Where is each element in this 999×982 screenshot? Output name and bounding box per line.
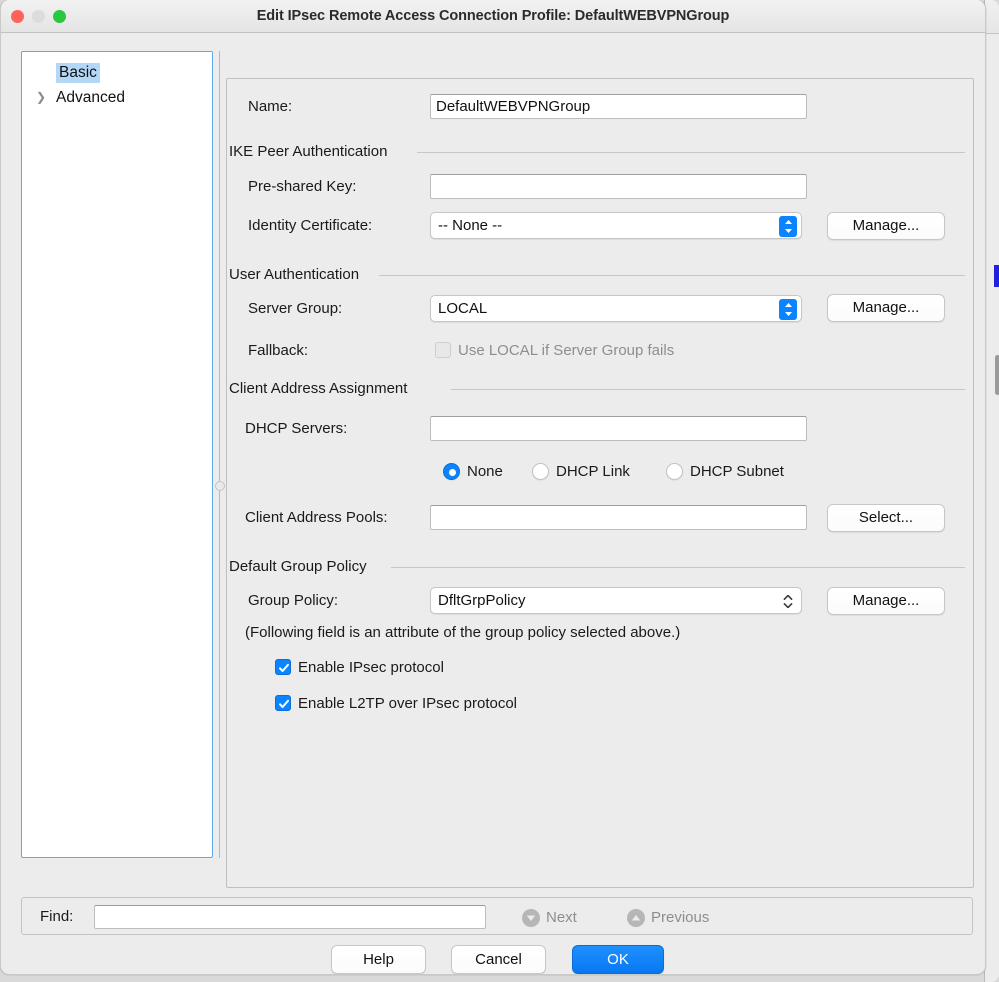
fallback-checkbox-label: Use LOCAL if Server Group fails <box>458 342 675 359</box>
group-policy-row: Group Policy: DfltGrpPolicy Manage... <box>227 587 973 615</box>
ok-button[interactable]: OK <box>572 945 664 974</box>
find-label: Find: <box>40 908 74 925</box>
sidebar-item-basic[interactable]: Basic <box>22 60 212 85</box>
fallback-label: Fallback: <box>248 342 309 359</box>
divider-handle[interactable] <box>215 481 225 491</box>
radio-label: None <box>467 463 503 480</box>
server-group-value: LOCAL <box>438 300 488 317</box>
dialog-content: Basic ❯ Advanced Name: DefaultWEBVPNGrou… <box>1 33 985 974</box>
identity-certificate-value: -- None -- <box>438 217 503 234</box>
divider-line <box>219 51 220 858</box>
arrow-up-circle-icon <box>627 909 645 927</box>
chevron-up-down-icon[interactable] <box>779 299 797 320</box>
find-next-button[interactable]: Next <box>522 907 577 929</box>
dhcp-servers-label: DHCP Servers: <box>245 420 348 437</box>
sidebar-item-label: Basic <box>56 63 100 83</box>
group-policy-note-row: (Following field is an attribute of the … <box>227 619 973 647</box>
checkbox-label: Enable L2TP over IPsec protocol <box>298 695 518 712</box>
chevron-right-icon[interactable]: ❯ <box>36 85 46 110</box>
find-previous-label: Previous <box>651 909 710 926</box>
section-rule <box>417 152 965 153</box>
sidebar-item-advanced[interactable]: ❯ Advanced <box>22 85 212 110</box>
navigation-tree: Basic ❯ Advanced <box>21 51 213 858</box>
section-client-address-assignment: Client Address Assignment <box>227 380 973 398</box>
find-bar: Find: Next Previous <box>21 897 973 935</box>
chevron-up-down-icon[interactable] <box>779 591 797 612</box>
help-button[interactable]: Help <box>331 945 426 974</box>
cancel-button[interactable]: Cancel <box>451 945 546 974</box>
background-window-accent-marker <box>994 265 999 287</box>
group-policy-manage-button[interactable]: Manage... <box>827 587 945 615</box>
section-rule <box>451 389 965 390</box>
section-user-authentication: User Authentication <box>227 266 973 284</box>
chevron-up-down-icon[interactable] <box>779 216 797 237</box>
dialog-footer: Help Cancel OK <box>1 945 985 974</box>
checkbox-label: Enable IPsec protocol <box>298 659 444 676</box>
name-label: Name: <box>248 98 293 115</box>
section-title: Client Address Assignment <box>229 380 416 398</box>
section-default-group-policy: Default Group Policy <box>227 558 973 576</box>
section-rule <box>391 567 965 568</box>
client-address-pools-select-button[interactable]: Select... <box>827 504 945 532</box>
server-group-row: Server Group: LOCAL Manage... <box>227 294 973 323</box>
basic-settings-panel: Name: DefaultWEBVPNGroup IKE Peer Authen… <box>226 78 974 888</box>
pre-shared-key-row: Pre-shared Key: <box>227 173 973 201</box>
find-input[interactable] <box>94 905 486 929</box>
edit-ipsec-connection-profile-dialog: Edit IPsec Remote Access Connection Prof… <box>0 0 986 975</box>
name-input[interactable]: DefaultWEBVPNGroup <box>430 94 807 119</box>
section-rule <box>379 275 965 276</box>
radio-unselected-icon[interactable] <box>666 463 683 480</box>
group-policy-label: Group Policy: <box>248 592 339 609</box>
radio-selected-icon[interactable] <box>443 463 460 480</box>
fallback-row: Fallback: Use LOCAL if Server Group fail… <box>227 337 973 365</box>
group-policy-value: DfltGrpPolicy <box>438 592 526 609</box>
identity-certificate-row: Identity Certificate: -- None -- Manage.… <box>227 212 973 240</box>
background-window-titlebar <box>985 0 999 34</box>
client-address-pools-input[interactable] <box>430 505 807 530</box>
client-address-pools-label: Client Address Pools: <box>245 509 388 526</box>
split-divider[interactable] <box>214 51 225 858</box>
background-window-sliver[interactable] <box>984 0 999 982</box>
group-policy-dropdown[interactable]: DfltGrpPolicy <box>430 587 802 614</box>
background-window-scrollbar-thumb[interactable] <box>995 355 999 395</box>
radio-label: DHCP Subnet <box>690 463 784 480</box>
section-title: Default Group Policy <box>229 558 375 576</box>
server-group-label: Server Group: <box>248 300 343 317</box>
radio-unselected-icon[interactable] <box>532 463 549 480</box>
server-group-manage-button[interactable]: Manage... <box>827 294 945 322</box>
arrow-down-circle-icon <box>522 909 540 927</box>
name-row: Name: DefaultWEBVPNGroup <box>227 93 973 121</box>
find-next-label: Next <box>546 909 577 926</box>
dhcp-mode-radio-group: None DHCP Link DHCP Subnet <box>227 461 973 489</box>
window-title: Edit IPsec Remote Access Connection Prof… <box>256 8 730 24</box>
client-address-pools-row: Client Address Pools: Select... <box>227 504 973 532</box>
identity-certificate-manage-button[interactable]: Manage... <box>827 212 945 240</box>
radio-label: DHCP Link <box>556 463 630 480</box>
section-ike-peer-authentication: IKE Peer Authentication <box>227 143 973 161</box>
section-title: IKE Peer Authentication <box>229 143 396 161</box>
pre-shared-key-label: Pre-shared Key: <box>248 178 357 195</box>
checkbox-checked-icon[interactable] <box>275 659 291 675</box>
sidebar-item-label: Advanced <box>56 89 125 106</box>
checkbox-checked-icon[interactable] <box>275 695 291 711</box>
find-previous-button[interactable]: Previous <box>627 907 709 929</box>
dhcp-servers-row: DHCP Servers: <box>227 415 973 443</box>
checkbox-unchecked-icon[interactable] <box>435 342 451 358</box>
pre-shared-key-input[interactable] <box>430 174 807 199</box>
section-title: User Authentication <box>229 266 368 284</box>
identity-certificate-label: Identity Certificate: <box>248 217 373 234</box>
group-policy-note: (Following field is an attribute of the … <box>245 624 681 641</box>
identity-certificate-dropdown[interactable]: -- None -- <box>430 212 802 239</box>
dhcp-servers-input[interactable] <box>430 416 807 441</box>
server-group-dropdown[interactable]: LOCAL <box>430 295 802 322</box>
window-titlebar[interactable]: Edit IPsec Remote Access Connection Prof… <box>1 0 985 33</box>
